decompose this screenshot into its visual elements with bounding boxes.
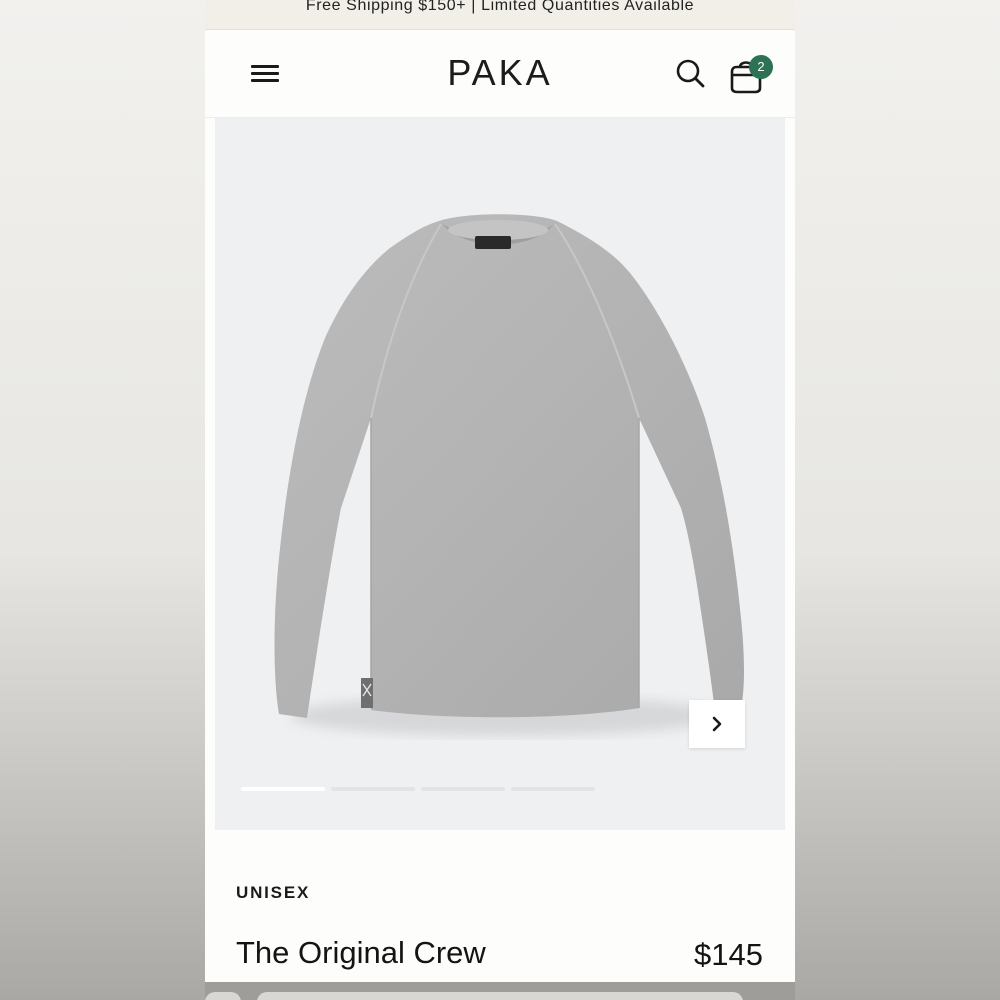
background-right (795, 0, 1000, 1000)
slide-indicators (241, 787, 595, 791)
mobile-page: Free Shipping $150+ | Limited Quantities… (205, 0, 795, 1000)
cart-count-badge: 2 (749, 55, 773, 79)
product-title: The Original Crew (236, 935, 486, 970)
search-button[interactable] (673, 56, 707, 90)
site-header: PAKA 2 (205, 30, 795, 118)
product-gallery[interactable] (215, 118, 785, 830)
promo-text: Free Shipping $150+ | Limited Quantities… (305, 0, 695, 14)
slide-indicator[interactable] (511, 787, 595, 791)
browser-address-bar[interactable] (257, 992, 743, 1000)
browser-control[interactable] (205, 992, 241, 1000)
hem-tag (361, 678, 373, 708)
product-price: $145 (694, 937, 763, 972)
next-image-button[interactable] (689, 700, 745, 748)
slide-indicator[interactable] (421, 787, 505, 791)
search-icon (676, 59, 705, 88)
sweater-body (274, 214, 744, 718)
chevron-right-icon (712, 716, 722, 732)
slide-indicator[interactable] (331, 787, 415, 791)
neck-label (475, 236, 511, 249)
promo-banner: Free Shipping $150+ | Limited Quantities… (205, 0, 795, 30)
product-category: UNISEX (236, 883, 311, 902)
background-left (0, 0, 205, 1000)
slide-indicator[interactable] (241, 787, 325, 791)
